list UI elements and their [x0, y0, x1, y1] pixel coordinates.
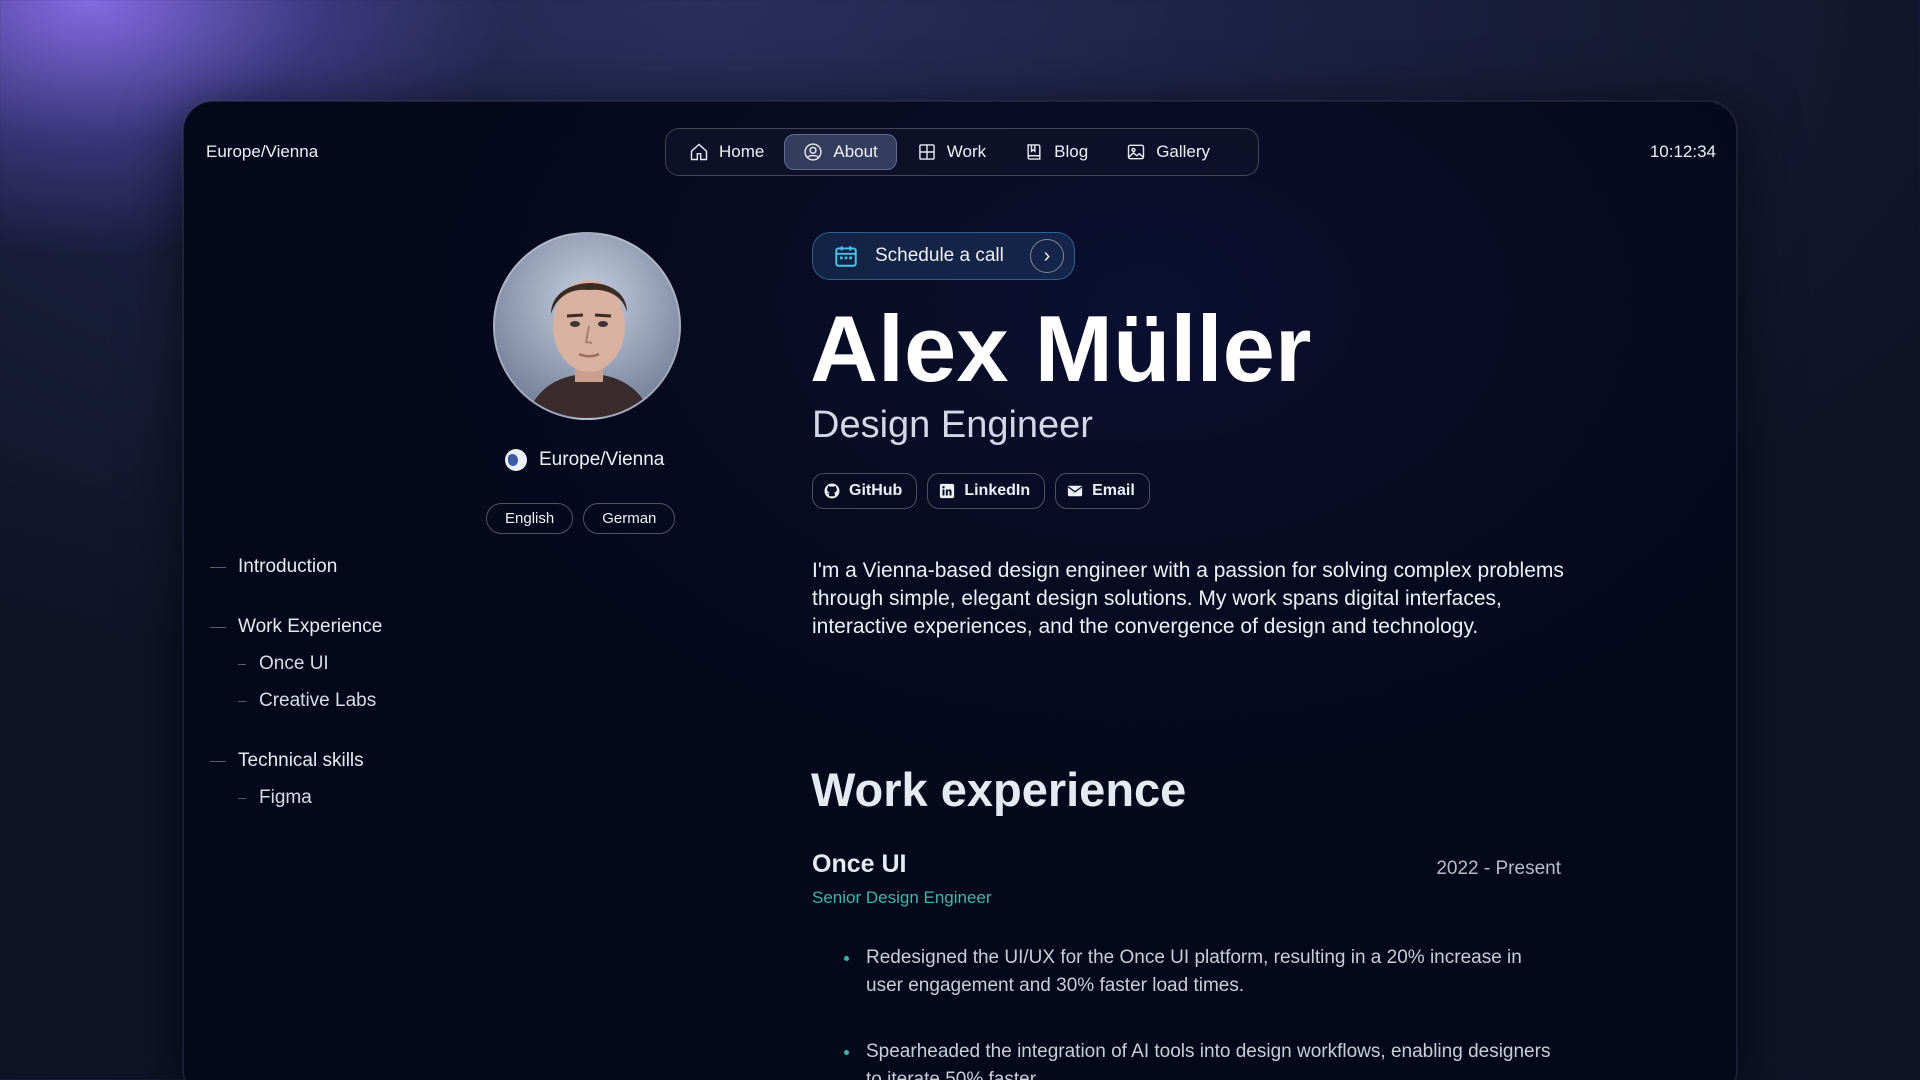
toc-work-experience-label: Work Experience	[238, 616, 383, 637]
toc-dash	[238, 797, 246, 799]
nav-work[interactable]: Work	[899, 134, 1004, 170]
profile-location-label: Europe/Vienna	[539, 449, 665, 470]
toc-item-once-ui[interactable]: Once UI	[210, 649, 382, 679]
language-tag-english: English	[486, 503, 574, 534]
social-links: GitHub LinkedIn Email	[812, 473, 1150, 509]
profile-name: Alex Müller	[810, 296, 1312, 401]
toc-figma-label: Figma	[259, 787, 312, 808]
email-button[interactable]: Email	[1055, 473, 1150, 509]
job-company: Once UI	[812, 850, 907, 878]
header-clock: 10:12:34	[1649, 142, 1716, 161]
profile-role: Design Engineer	[812, 404, 1093, 446]
email-label: Email	[1092, 482, 1135, 499]
image-icon	[1127, 144, 1145, 160]
linkedin-icon	[940, 483, 955, 499]
nav-gallery[interactable]: Gallery	[1108, 134, 1228, 170]
calendar-icon	[835, 246, 857, 267]
toc-introduction[interactable]: Introduction	[210, 552, 382, 582]
achievement-item: Redesigned the UI/UX for the Once UI pla…	[842, 944, 1552, 1000]
linkedin-button[interactable]: LinkedIn	[927, 473, 1046, 509]
top-nav: Home About Work Blog Gallery	[665, 128, 1259, 176]
schedule-call-button[interactable]: Schedule a call ›	[812, 232, 1075, 280]
toc-creative-labs-label: Creative Labs	[259, 690, 377, 711]
email-icon	[1067, 485, 1083, 497]
avatar-portrait	[495, 234, 679, 418]
profile-location: Europe/Vienna	[505, 449, 664, 471]
nav-home-label: Home	[719, 142, 765, 161]
nav-about-label: About	[833, 142, 878, 161]
header-timezone: Europe/Vienna	[206, 142, 319, 161]
github-button[interactable]: GitHub	[812, 473, 918, 509]
toc-technical-skills[interactable]: Technical skills	[210, 746, 382, 776]
toc-once-ui-label: Once UI	[259, 653, 329, 674]
schedule-call-label: Schedule a call	[875, 245, 1004, 266]
nav-gallery-label: Gallery	[1156, 142, 1211, 161]
toc-dash	[210, 566, 226, 568]
grid-icon	[919, 144, 935, 160]
toc-item-figma[interactable]: Figma	[210, 783, 382, 813]
avatar	[493, 232, 681, 420]
table-of-contents: Introduction Work Experience Once UI Cre…	[210, 552, 382, 813]
language-tag-german: German	[583, 503, 676, 534]
toc-dash	[238, 700, 246, 702]
work-experience-heading: Work experience	[811, 763, 1187, 816]
toc-dash	[238, 663, 246, 665]
chevron-right-icon: ›	[1030, 239, 1064, 273]
github-icon	[824, 483, 840, 499]
home-icon	[690, 143, 708, 161]
job-achievements: Redesigned the UI/UX for the Once UI pla…	[842, 944, 1552, 1080]
linkedin-label: LinkedIn	[964, 482, 1031, 499]
toc-item-creative-labs[interactable]: Creative Labs	[210, 686, 382, 716]
user-circle-icon	[804, 143, 822, 161]
achievement-item: Spearheaded the integration of AI tools …	[842, 1038, 1552, 1080]
book-icon	[1027, 144, 1041, 160]
intro-paragraph: I'm a Vienna-based design engineer with …	[812, 559, 1564, 638]
job-title: Senior Design Engineer	[812, 888, 992, 907]
toc-technical-skills-label: Technical skills	[238, 750, 364, 771]
toc-dash	[210, 626, 226, 628]
globe-icon	[505, 449, 527, 471]
toc-introduction-label: Introduction	[238, 556, 338, 577]
job-dates: 2022 - Present	[1436, 858, 1561, 879]
language-tags: English German	[486, 503, 676, 534]
nav-work-label: Work	[946, 142, 987, 161]
toc-work-experience[interactable]: Work Experience	[210, 612, 382, 642]
nav-about[interactable]: About	[784, 134, 897, 170]
github-label: GitHub	[849, 482, 903, 499]
nav-blog[interactable]: Blog	[1006, 134, 1106, 170]
nav-home[interactable]: Home	[671, 134, 782, 170]
toc-dash	[210, 760, 226, 762]
app-window: Europe/Vienna Home About Work Blog Galle…	[183, 101, 1737, 1080]
nav-blog-label: Blog	[1054, 142, 1089, 161]
